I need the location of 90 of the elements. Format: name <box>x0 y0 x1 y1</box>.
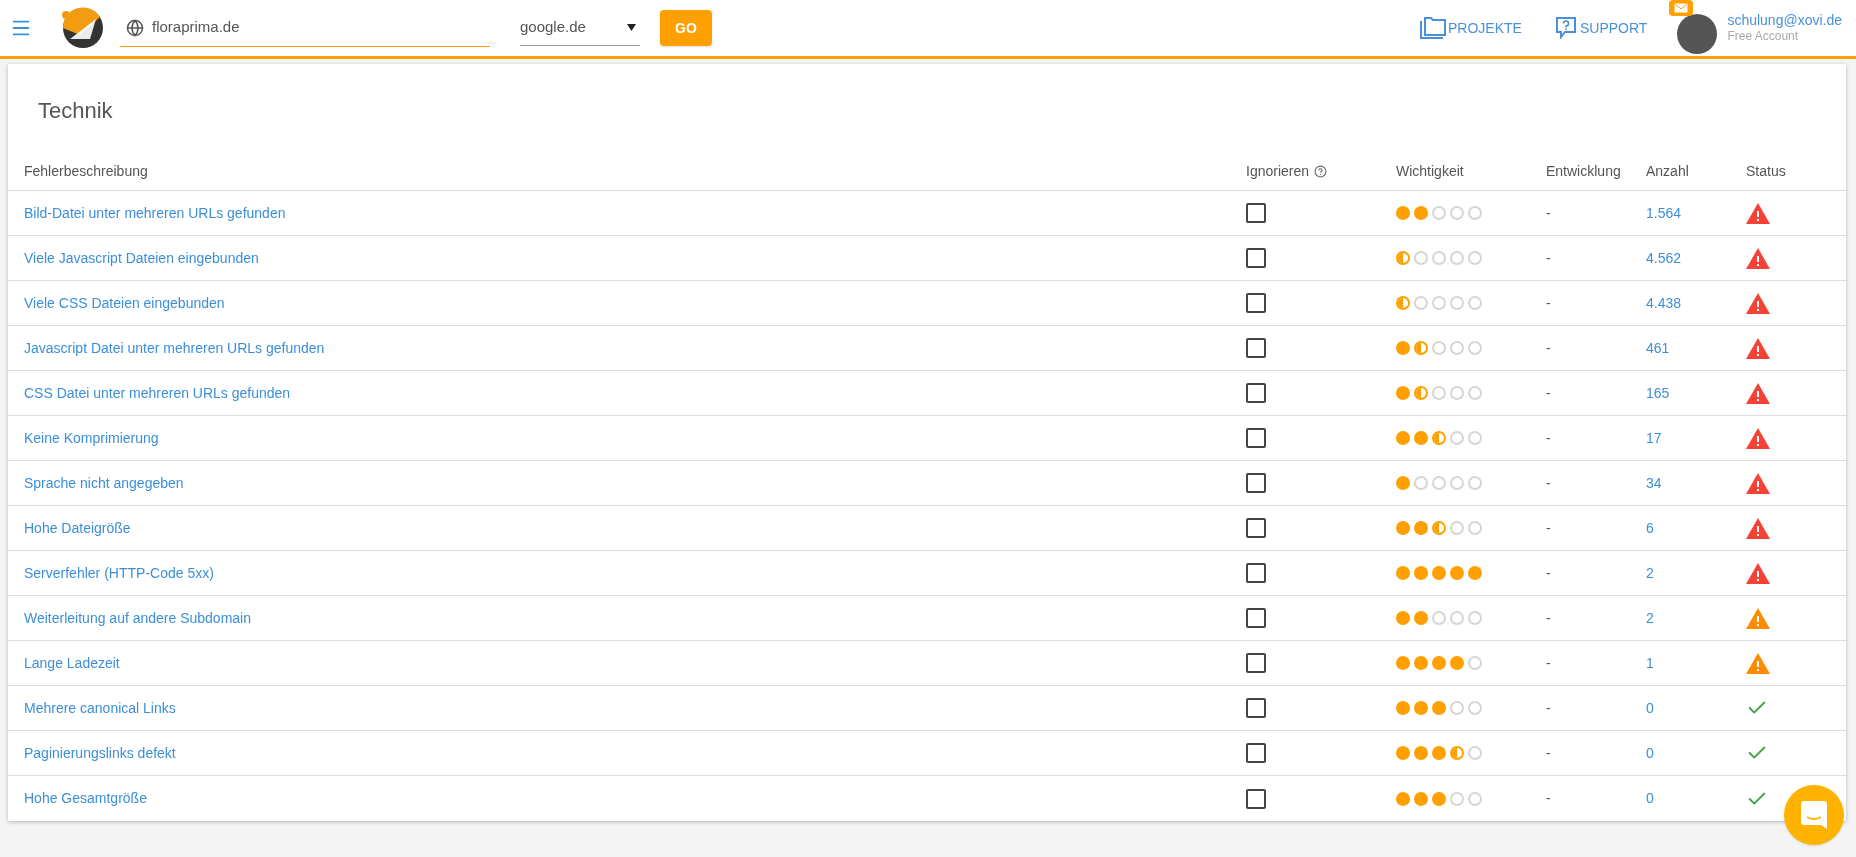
logo-icon <box>60 5 106 51</box>
user-email[interactable]: schulung@xovi.de <box>1727 11 1842 30</box>
trend-value: - <box>1546 293 1551 313</box>
trend-value: - <box>1546 789 1551 808</box>
column-header: Wichtigkeit <box>1396 162 1464 181</box>
issue-link[interactable]: Serverfehler (HTTP-Code 5xx) <box>24 562 214 584</box>
trend-value: - <box>1546 653 1551 673</box>
projects-link[interactable]: PROJEKTE <box>1420 17 1522 39</box>
ignore-checkbox[interactable] <box>1246 608 1266 628</box>
count-link[interactable]: 4.562 <box>1646 247 1682 269</box>
domain-field[interactable]: floraprima.de <box>152 16 484 39</box>
ignore-checkbox[interactable] <box>1246 653 1266 673</box>
help-bubble-icon <box>1555 17 1576 39</box>
issue-link[interactable]: Weiterleitung auf andere Subdomain <box>24 607 251 629</box>
count-link[interactable]: 2 <box>1646 562 1654 584</box>
column-header: Entwicklung <box>1546 162 1621 181</box>
go-button[interactable]: GO <box>660 10 712 46</box>
ignore-checkbox[interactable] <box>1246 248 1266 268</box>
globe-icon <box>126 18 144 37</box>
trend-value: - <box>1546 473 1551 493</box>
trend-value: - <box>1546 338 1551 358</box>
issue-link[interactable]: Bild-Datei unter mehreren URLs gefunden <box>24 202 286 224</box>
help-icon[interactable] <box>1314 165 1328 178</box>
trend-value: - <box>1546 518 1551 538</box>
warning-icon <box>1746 247 1770 269</box>
column-header: Fehlerbeschreibung <box>24 162 148 181</box>
ignore-checkbox[interactable] <box>1246 788 1266 809</box>
ignore-checkbox[interactable] <box>1246 203 1266 223</box>
card-title: Technik <box>37 97 114 125</box>
ignore-checkbox[interactable] <box>1246 563 1266 583</box>
issue-link[interactable]: Javascript Datei unter mehreren URLs gefunden <box>24 337 325 359</box>
count-link[interactable]: 17 <box>1646 427 1662 449</box>
column-header: Anzahl <box>1646 162 1689 181</box>
count-link[interactable]: 1.564 <box>1646 202 1682 224</box>
ignore-checkbox[interactable] <box>1246 383 1266 403</box>
issue-link[interactable]: Viele Javascript Dateien eingebunden <box>24 247 259 269</box>
issue-link[interactable]: Paginierungslinks defekt <box>24 742 176 764</box>
issue-link[interactable]: Keine Komprimierung <box>24 427 159 449</box>
ignore-checkbox[interactable] <box>1246 338 1266 358</box>
issue-link[interactable]: Viele CSS Dateien eingebunden <box>24 292 225 314</box>
folder-icon <box>1420 17 1447 39</box>
count-link[interactable]: 2 <box>1646 607 1654 629</box>
avatar[interactable] <box>1677 14 1718 54</box>
warning-icon <box>1746 472 1770 494</box>
count-link[interactable]: 1 <box>1646 652 1654 674</box>
warning-icon <box>1746 517 1770 539</box>
account-plan: Free Account <box>1727 29 1800 45</box>
chat-bubble-icon <box>1801 801 1827 829</box>
ignore-checkbox[interactable] <box>1246 428 1266 448</box>
warning-icon <box>1746 292 1770 314</box>
trend-value: - <box>1546 608 1551 628</box>
count-link[interactable]: 165 <box>1646 382 1670 404</box>
support-link[interactable]: SUPPORT <box>1555 17 1648 39</box>
column-header: Status <box>1746 162 1786 181</box>
envelope-icon <box>1674 3 1689 13</box>
trend-value: - <box>1546 383 1551 403</box>
warning-icon <box>1746 337 1770 359</box>
trend-value: - <box>1546 428 1551 448</box>
warning-icon <box>1746 607 1770 629</box>
caret-icon <box>627 24 636 31</box>
issue-link[interactable]: CSS Datei unter mehreren URLs gefunden <box>24 382 291 404</box>
trend-value: - <box>1546 698 1551 718</box>
count-link[interactable]: 6 <box>1646 517 1654 539</box>
trend-value: - <box>1546 248 1551 268</box>
trend-value: - <box>1546 743 1551 763</box>
ignore-checkbox[interactable] <box>1246 743 1266 763</box>
count-link[interactable]: 4.438 <box>1646 292 1682 314</box>
warning-icon <box>1746 202 1770 224</box>
count-link[interactable]: 461 <box>1646 337 1670 359</box>
column-header: Ignorieren <box>1246 162 1310 181</box>
trend-value: - <box>1546 563 1551 583</box>
issue-link[interactable]: Hohe Dateigröße <box>24 517 131 539</box>
warning-icon <box>1746 562 1770 584</box>
ignore-checkbox[interactable] <box>1246 473 1266 493</box>
ignore-checkbox[interactable] <box>1246 518 1266 538</box>
issue-link[interactable]: Lange Ladezeit <box>24 652 120 674</box>
issue-link[interactable]: Sprache nicht angegeben <box>24 472 184 494</box>
count-link[interactable]: 34 <box>1646 472 1662 494</box>
issue-link[interactable]: Hohe Gesamtgröße <box>24 788 147 809</box>
trend-value: - <box>1546 203 1551 223</box>
warning-icon <box>1746 427 1770 449</box>
ignore-checkbox[interactable] <box>1246 698 1266 718</box>
count-link[interactable]: 0 <box>1646 742 1654 764</box>
warning-icon <box>1746 382 1770 404</box>
count-link[interactable]: 0 <box>1646 788 1654 809</box>
search-engine-select[interactable]: google.de <box>520 10 640 46</box>
warning-icon <box>1746 652 1770 674</box>
count-link[interactable]: 0 <box>1646 697 1654 719</box>
ignore-checkbox[interactable] <box>1246 293 1266 313</box>
issue-link[interactable]: Mehrere canonical Links <box>24 697 176 719</box>
